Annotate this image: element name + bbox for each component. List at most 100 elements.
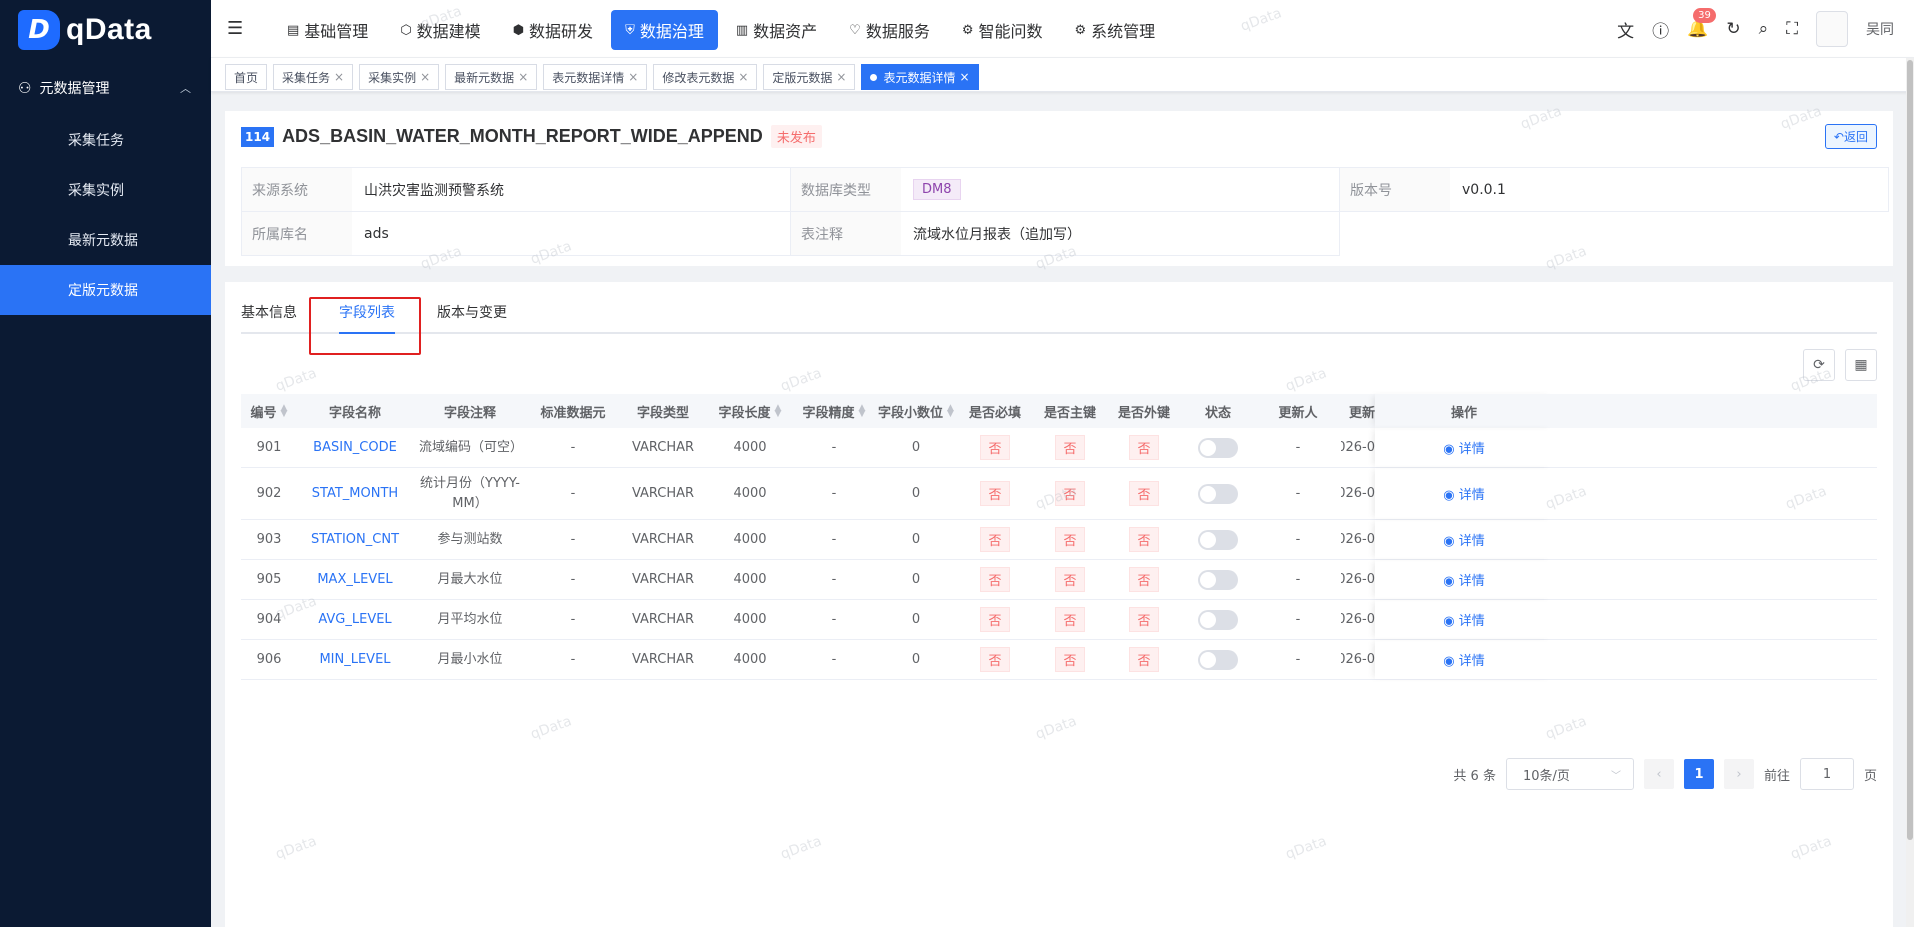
- scrollbar[interactable]: [1906, 58, 1914, 927]
- table-cell: 否: [1033, 560, 1107, 599]
- fullscreen-icon[interactable]: ⛶: [1786, 19, 1798, 39]
- cell-updater: -: [1295, 612, 1301, 627]
- table-header: 编号 ▲ ▼ 字段名称 字段注释 标准数据元 字段类型 字段长度 ▲ ▼ 字段精度 ▲ ▼ 字段小数位 ▲ ▼…: [241, 394, 1877, 428]
- tab-tag-4[interactable]: 最新元数据 ×: [445, 64, 538, 90]
- detail-link[interactable]: ◉ 详情: [1443, 610, 1485, 629]
- updated-time: 2026-0: [1341, 612, 1375, 627]
- column-settings-button[interactable]: ▦: [1845, 349, 1877, 381]
- table-cell: -: [527, 640, 619, 679]
- detail-link[interactable]: ◉ 详情: [1443, 438, 1485, 457]
- page-size-select[interactable]: 10条/页 ﹀: [1505, 758, 1634, 790]
- nav-item-4[interactable]: ⛨ 数据治理: [611, 10, 718, 50]
- table-row: 902 STAT_MONTH 统计月份（YYYY-MM） - VARCHAR 4000 - 0…: [241, 468, 1877, 520]
- scrollbar-thumb[interactable]: [1907, 60, 1913, 840]
- table-cell: VARCHAR: [619, 468, 707, 519]
- field-name-link[interactable]: MAX_LEVEL: [317, 572, 392, 587]
- sidebar-item-3[interactable]: 最新元数据: [0, 215, 211, 265]
- close-icon[interactable]: ×: [628, 70, 638, 84]
- nav-item-7[interactable]: ⚙ 智能问数: [948, 10, 1057, 50]
- table-cell: 月平均水位: [413, 600, 527, 639]
- cell-precision: -: [831, 532, 837, 547]
- goto-input[interactable]: 1: [1799, 758, 1854, 790]
- tab-tag-3[interactable]: 采集实例 ×: [359, 64, 440, 90]
- field-comment: 流域编码（可空）: [419, 439, 524, 455]
- status-switch[interactable]: [1198, 483, 1238, 504]
- table-cell: VARCHAR: [619, 428, 707, 467]
- asset-icon: ▥: [735, 22, 749, 38]
- tab-tag-1[interactable]: 首页: [225, 64, 268, 90]
- logo[interactable]: D qData: [0, 0, 211, 60]
- prev-page-button[interactable]: ‹: [1643, 759, 1674, 789]
- tab-tag-2[interactable]: 采集任务 ×: [273, 64, 354, 90]
- next-page-button[interactable]: ›: [1723, 759, 1754, 789]
- field-name-link[interactable]: STAT_MONTH: [312, 486, 398, 501]
- hamburger-icon[interactable]: ☰: [227, 18, 243, 39]
- detail-link[interactable]: ◉ 详情: [1443, 570, 1485, 589]
- search-icon[interactable]: ⌕: [1759, 19, 1769, 39]
- close-icon[interactable]: ×: [960, 70, 970, 84]
- status-switch[interactable]: [1198, 437, 1238, 458]
- tab-version-change[interactable]: 版本与变更: [437, 302, 507, 322]
- status-switch[interactable]: [1198, 649, 1238, 670]
- translate-icon[interactable]: 文: [1617, 17, 1634, 42]
- nav-item-label: 智能问数: [978, 22, 1043, 41]
- close-icon[interactable]: ×: [738, 70, 748, 84]
- field-name-link[interactable]: MIN_LEVEL: [319, 652, 390, 667]
- status-switch[interactable]: [1198, 569, 1238, 590]
- nav-item-label: 数据建模: [416, 22, 481, 41]
- tab-tag-6[interactable]: 修改表元数据 ×: [653, 64, 758, 90]
- page-number[interactable]: 1: [1683, 759, 1714, 789]
- column-header-label: 编号: [250, 405, 277, 421]
- field-table: 编号 ▲ ▼ 字段名称 字段注释 标准数据元 字段类型 字段长度 ▲ ▼ 字段精度 ▲ ▼ 字段小数位 ▲ ▼…: [241, 394, 1877, 680]
- close-icon[interactable]: ×: [334, 70, 344, 84]
- table-cell: 否: [957, 560, 1033, 599]
- tab-tag-5[interactable]: 表元数据详情 ×: [543, 64, 648, 90]
- help-icon[interactable]: ⓘ: [1652, 17, 1669, 42]
- nav-item-2[interactable]: ⬡ 数据建模: [386, 10, 494, 50]
- sidebar-item-4[interactable]: 定版元数据: [0, 265, 211, 315]
- sort-icon[interactable]: ▲ ▼: [947, 404, 954, 419]
- table-cell: 否: [957, 600, 1033, 639]
- menu-group-label: 元数据管理: [39, 80, 110, 97]
- chevron-down-icon: ﹀: [1610, 770, 1621, 782]
- field-name-link[interactable]: AVG_LEVEL: [318, 612, 391, 627]
- pagination-total: 共 6 条: [1453, 768, 1496, 784]
- sort-icon[interactable]: ▲ ▼: [775, 404, 782, 419]
- status-switch[interactable]: [1198, 609, 1238, 630]
- avatar[interactable]: [1816, 11, 1848, 47]
- nav-item-6[interactable]: ♡ 数据服务: [835, 10, 944, 50]
- bell-icon[interactable]: 🔔 39: [1687, 8, 1716, 39]
- back-button[interactable]: ↶返回: [1824, 124, 1877, 149]
- close-icon[interactable]: ×: [518, 70, 528, 84]
- user-name[interactable]: 吴同: [1866, 19, 1894, 39]
- cell-precision: -: [831, 486, 837, 501]
- tab-tag-8[interactable]: 表元数据详情 ×: [861, 64, 979, 90]
- cell-length: 4000: [733, 572, 767, 587]
- table-cell: STAT_MONTH: [297, 468, 413, 519]
- menu-group-metadata[interactable]: ⚇ 元数据管理 ︿: [0, 60, 211, 115]
- sidebar-item-1[interactable]: 采集任务: [0, 115, 211, 165]
- detail-link[interactable]: ◉ 详情: [1443, 650, 1485, 669]
- sidebar-item-2[interactable]: 采集实例: [0, 165, 211, 215]
- nav-item-5[interactable]: ▥ 数据资产: [722, 10, 831, 50]
- close-icon[interactable]: ×: [836, 70, 846, 84]
- nav-item-3[interactable]: ⬢ 数据研发: [499, 10, 607, 50]
- status-switch[interactable]: [1198, 529, 1238, 550]
- nav-item-1[interactable]: ▤ 基础管理: [273, 10, 382, 50]
- sort-icon[interactable]: ▲ ▼: [281, 404, 288, 419]
- refresh-button[interactable]: ⟳: [1803, 349, 1835, 381]
- detail-link[interactable]: ◉ 详情: [1443, 484, 1485, 503]
- close-icon[interactable]: ×: [420, 70, 430, 84]
- field-name-link[interactable]: BASIN_CODE: [313, 440, 397, 455]
- nav-item-8[interactable]: ⚙ 系统管理: [1061, 10, 1170, 50]
- table-cell: -: [527, 560, 619, 599]
- tab-tag-7[interactable]: 定版元数据 ×: [763, 64, 856, 90]
- table-cell: -: [793, 520, 875, 559]
- column-header-label: 是否主键: [1043, 405, 1096, 421]
- desc-label: 来源系统: [242, 168, 352, 211]
- refresh-icon[interactable]: ↻: [1726, 19, 1740, 39]
- field-name-link[interactable]: STATION_CNT: [311, 532, 399, 547]
- detail-link[interactable]: ◉ 详情: [1443, 530, 1485, 549]
- sort-icon[interactable]: ▲ ▼: [859, 404, 866, 419]
- tab-basic-info[interactable]: 基本信息: [241, 302, 297, 322]
